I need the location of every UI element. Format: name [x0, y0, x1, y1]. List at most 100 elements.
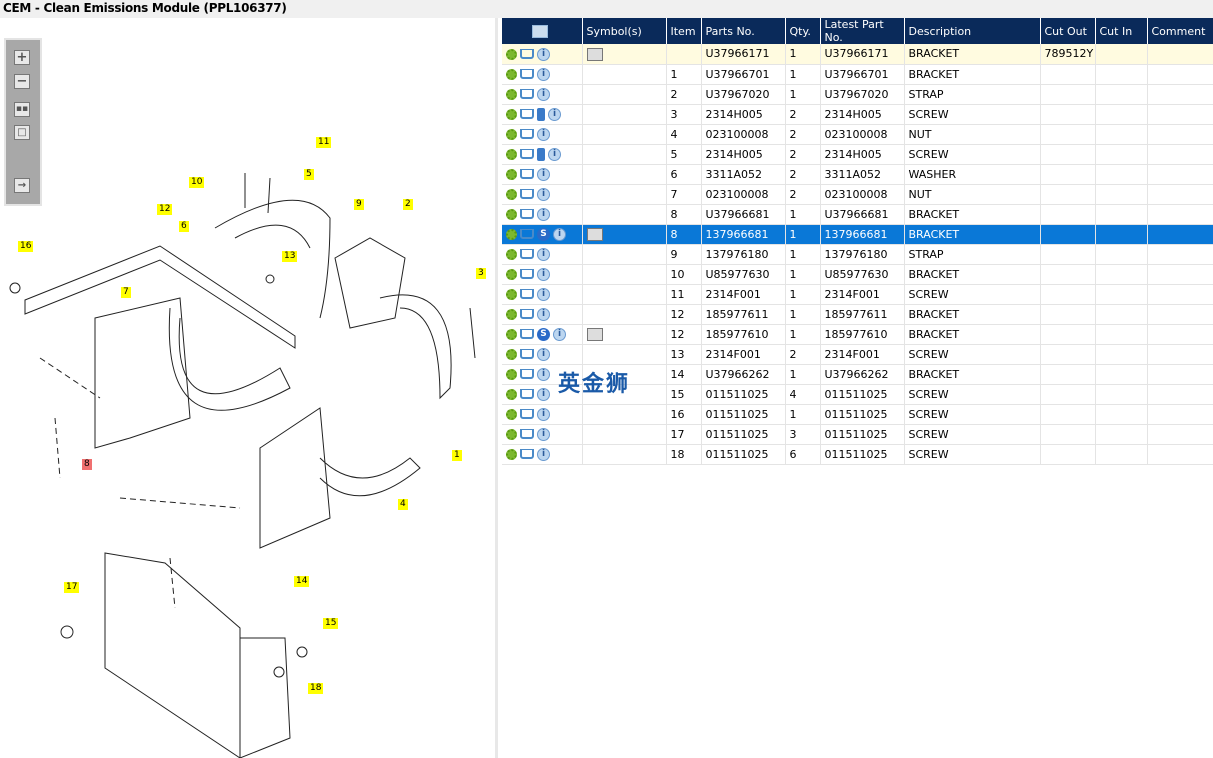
table-row[interactable]: i 4 023100008 2 023100008 NUT: [502, 124, 1213, 145]
table-row[interactable]: i 9 137976180 1 137976180 STRAP: [502, 244, 1213, 265]
book-icon[interactable]: [537, 147, 545, 161]
info-icon[interactable]: i: [537, 67, 550, 81]
cart-icon[interactable]: [520, 329, 534, 340]
cart-icon[interactable]: [520, 89, 534, 100]
table-row[interactable]: i 1 U37966701 1 U37966701 BRACKET: [502, 64, 1213, 85]
callout-13[interactable]: 13: [282, 251, 298, 262]
cart-icon[interactable]: [520, 269, 534, 280]
gear-icon[interactable]: [506, 48, 517, 60]
info-icon[interactable]: i: [548, 107, 561, 121]
column-header[interactable]: Parts No.: [701, 18, 786, 44]
cart-icon[interactable]: [520, 409, 534, 420]
table-row[interactable]: i 18 011511025 6 011511025 SCREW: [502, 444, 1213, 465]
cart-icon[interactable]: [520, 69, 534, 80]
illustration-symbol-icon[interactable]: [586, 327, 603, 341]
info-icon[interactable]: i: [537, 47, 550, 61]
callout-18[interactable]: 18: [308, 683, 324, 694]
table-row[interactable]: i 3 2314H005 2 2314H005 SCREW: [502, 104, 1213, 125]
callout-3[interactable]: 3: [476, 268, 486, 279]
info-icon[interactable]: i: [537, 167, 550, 181]
info-icon[interactable]: i: [537, 367, 550, 381]
table-row[interactable]: i 17 011511025 3 011511025 SCREW: [502, 424, 1213, 445]
callout-1[interactable]: 1: [452, 450, 462, 461]
gear-icon[interactable]: [506, 248, 517, 260]
cart-icon[interactable]: [520, 429, 534, 440]
table-row[interactable]: Si 12 185977610 1 185977610 BRACKET: [502, 324, 1213, 345]
table-row[interactable]: Si 8 137966681 1 137966681 BRACKET: [502, 224, 1213, 245]
gear-icon[interactable]: [506, 428, 517, 440]
cart-icon[interactable]: [520, 249, 534, 260]
callout-5[interactable]: 5: [304, 169, 314, 180]
info-icon[interactable]: i: [537, 127, 550, 141]
table-row[interactable]: i 16 011511025 1 011511025 SCREW: [502, 404, 1213, 425]
cart-icon[interactable]: [520, 109, 534, 120]
gear-icon[interactable]: [506, 408, 517, 420]
gear-icon[interactable]: [506, 68, 517, 80]
info-icon[interactable]: i: [537, 447, 550, 461]
illustration-symbol-icon[interactable]: [586, 227, 603, 241]
cart-icon[interactable]: [520, 449, 534, 460]
gear-icon[interactable]: [506, 88, 517, 100]
column-header[interactable]: Qty.: [785, 18, 821, 44]
cart-icon[interactable]: [520, 189, 534, 200]
cart-icon[interactable]: [520, 209, 534, 220]
callout-8[interactable]: 8: [82, 459, 92, 470]
gear-icon[interactable]: [506, 388, 517, 400]
callout-15[interactable]: 15: [323, 618, 339, 629]
callout-14[interactable]: 14: [294, 576, 310, 587]
gear-icon[interactable]: [506, 228, 517, 240]
cart-icon[interactable]: [520, 309, 534, 320]
header-search-icon[interactable]: [502, 18, 583, 44]
table-row[interactable]: i 8 U37966681 1 U37966681 BRACKET: [502, 204, 1213, 225]
column-header[interactable]: Comment: [1147, 18, 1213, 44]
s-badge-icon[interactable]: S: [537, 227, 550, 241]
gear-icon[interactable]: [506, 368, 517, 380]
table-row[interactable]: i 10 U85977630 1 U85977630 BRACKET: [502, 264, 1213, 285]
column-header[interactable]: Item: [666, 18, 702, 44]
callout-7[interactable]: 7: [121, 287, 131, 298]
column-header[interactable]: Symbol(s): [582, 18, 667, 44]
callout-9[interactable]: 9: [354, 199, 364, 210]
book-icon[interactable]: [537, 107, 545, 121]
cart-icon[interactable]: [520, 149, 534, 160]
info-icon[interactable]: i: [548, 147, 561, 161]
table-row[interactable]: i 11 2314F001 1 2314F001 SCREW: [502, 284, 1213, 305]
callout-6[interactable]: 6: [179, 221, 189, 232]
info-icon[interactable]: i: [537, 87, 550, 101]
table-row[interactable]: i 2 U37967020 1 U37967020 STRAP: [502, 84, 1213, 105]
table-row[interactable]: i 7 023100008 2 023100008 NUT: [502, 184, 1213, 205]
callout-12[interactable]: 12: [157, 204, 173, 215]
diagram-panel[interactable]: + − ▪▪ □ → 11 10 5 12 9 2 6 13 16 7 3 8 …: [0, 18, 498, 758]
gear-icon[interactable]: [506, 168, 517, 180]
table-row[interactable]: i 13 2314F001 2 2314F001 SCREW: [502, 344, 1213, 365]
column-header[interactable]: Cut In: [1095, 18, 1148, 44]
table-row[interactable]: i 6 3311A052 2 3311A052 WASHER: [502, 164, 1213, 185]
callout-2[interactable]: 2: [403, 199, 413, 210]
info-icon[interactable]: i: [537, 267, 550, 281]
cart-icon[interactable]: [520, 229, 534, 240]
gear-icon[interactable]: [506, 148, 517, 160]
gear-icon[interactable]: [506, 108, 517, 120]
cart-icon[interactable]: [520, 349, 534, 360]
gear-icon[interactable]: [506, 188, 517, 200]
info-icon[interactable]: i: [537, 347, 550, 361]
info-icon[interactable]: i: [537, 407, 550, 421]
info-icon[interactable]: i: [537, 207, 550, 221]
info-icon[interactable]: i: [537, 427, 550, 441]
table-row[interactable]: i U37966171 1 U37966171 BRACKET 789512Y: [502, 44, 1213, 65]
column-header[interactable]: Description: [904, 18, 1041, 44]
gear-icon[interactable]: [506, 268, 517, 280]
gear-icon[interactable]: [506, 308, 517, 320]
column-header[interactable]: Cut Out: [1040, 18, 1096, 44]
callout-16[interactable]: 16: [18, 241, 34, 252]
gear-icon[interactable]: [506, 208, 517, 220]
gear-icon[interactable]: [506, 348, 517, 360]
cart-icon[interactable]: [520, 129, 534, 140]
gear-icon[interactable]: [506, 448, 517, 460]
info-icon[interactable]: i: [553, 327, 566, 341]
cart-icon[interactable]: [520, 369, 534, 380]
cart-icon[interactable]: [520, 289, 534, 300]
info-icon[interactable]: i: [537, 187, 550, 201]
cart-icon[interactable]: [520, 389, 534, 400]
callout-17[interactable]: 17: [64, 582, 80, 593]
